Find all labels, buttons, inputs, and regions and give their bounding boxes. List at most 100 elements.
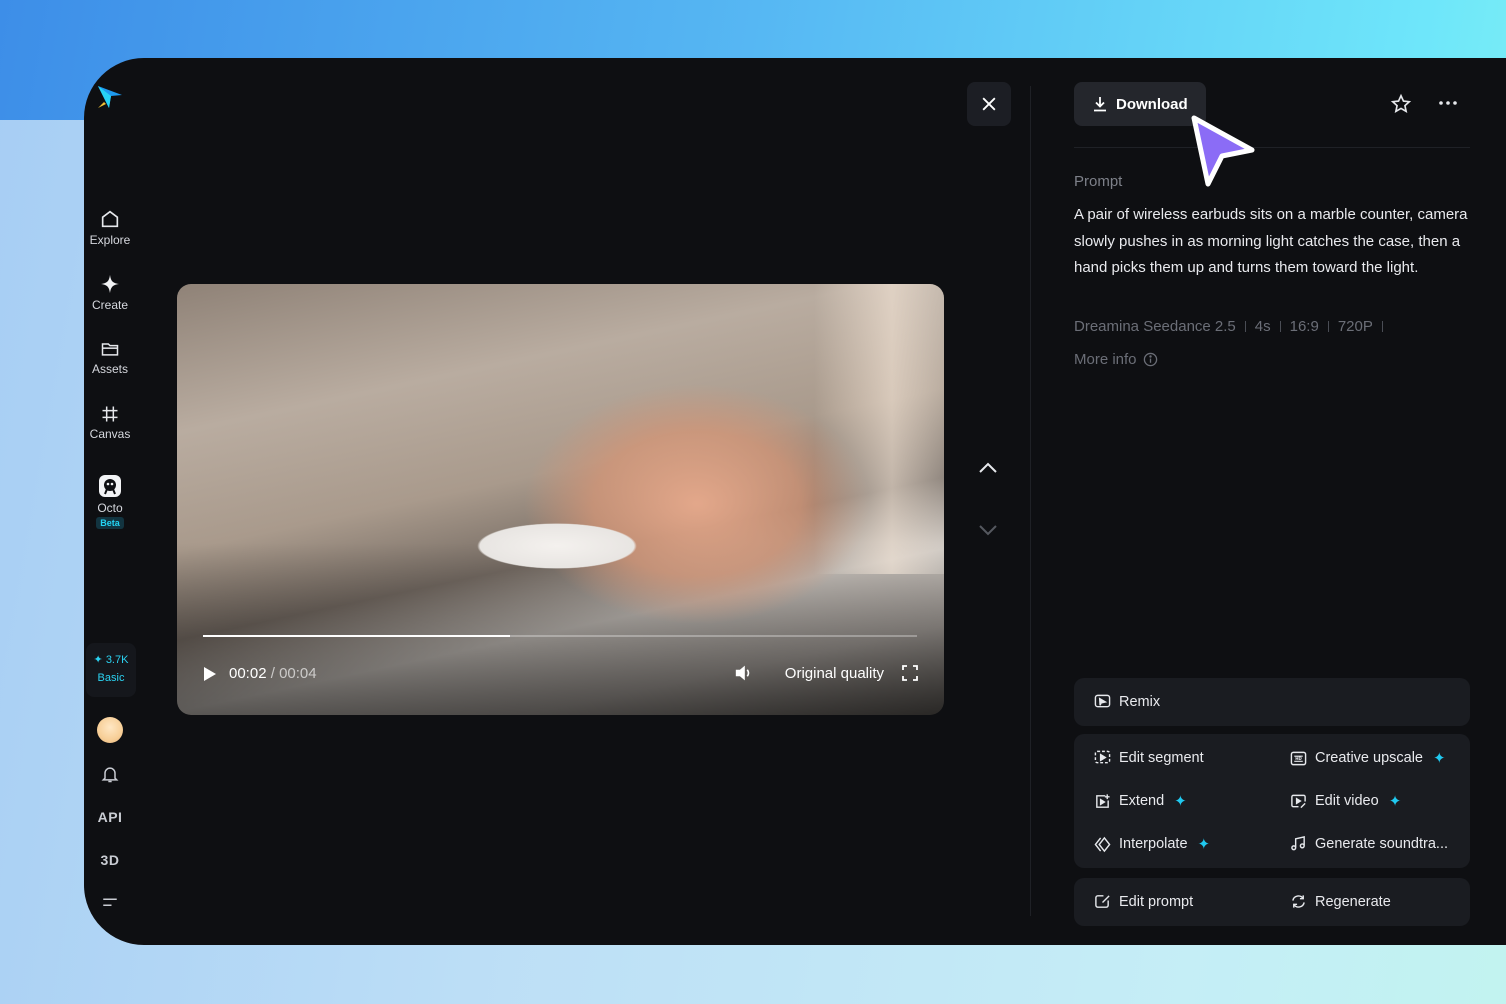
volume-icon — [735, 665, 750, 681]
frame-icon — [102, 406, 118, 422]
info-icon — [1143, 352, 1157, 367]
bell-icon — [101, 767, 119, 783]
menu-icon — [103, 898, 117, 906]
generate-soundtrack-label: Generate soundtra... — [1315, 835, 1448, 852]
divider — [1074, 147, 1470, 148]
generation-meta: Dreamina Seedance 2.5 4s 16:9 720P — [1074, 318, 1392, 335]
extend-icon — [1096, 793, 1110, 808]
edit-prompt-label: Edit prompt — [1119, 893, 1194, 910]
aspect-ratio: 16:9 — [1289, 318, 1319, 335]
menu-button[interactable] — [84, 894, 136, 917]
sidebar-item-canvas[interactable]: Canvas — [84, 404, 136, 441]
more-info-link[interactable]: More info — [1074, 351, 1158, 368]
edit-segment-icon — [1094, 750, 1111, 764]
time-separator: / — [266, 665, 280, 682]
sparkle-icon — [100, 274, 120, 294]
play-button[interactable] — [203, 666, 217, 687]
music-note-icon — [1291, 836, 1305, 851]
creative-upscale-label: Creative upscale — [1315, 750, 1423, 766]
edit-video-button[interactable]: Edit video ✦ — [1290, 792, 1401, 810]
interpolate-button[interactable]: Interpolate ✦ — [1094, 835, 1210, 853]
resolution: 720P — [1337, 318, 1373, 335]
notifications-button[interactable] — [84, 764, 136, 789]
video-player[interactable]: 00:02 / 00:04 Original quality — [177, 284, 944, 715]
fullscreen-button[interactable] — [902, 665, 918, 686]
extend-label: Extend — [1119, 793, 1165, 809]
download-icon — [1094, 97, 1106, 112]
edit-tools-box: Edit segment HD Creative upscale ✦ Exten… — [1074, 734, 1470, 868]
chevron-down-icon — [979, 525, 997, 536]
more-options-button[interactable] — [1438, 93, 1458, 118]
total-time: 00:04 — [279, 665, 317, 682]
generate-soundtrack-button[interactable]: Generate soundtra... — [1290, 835, 1448, 852]
extend-button[interactable]: Extend ✦ — [1094, 792, 1187, 810]
remix-box: Remix — [1074, 678, 1470, 726]
sidebar-item-octo[interactable]: Octo Beta — [84, 474, 136, 529]
sidebar-item-label: Create — [91, 298, 129, 312]
sidebar-item-label: Assets — [91, 362, 128, 376]
video-frame — [814, 284, 944, 574]
folder-icon — [101, 343, 119, 356]
progress-fill — [203, 635, 511, 637]
sidebar-item-explore[interactable]: Explore — [84, 208, 136, 247]
creative-upscale-button[interactable]: HD Creative upscale ✦ — [1290, 749, 1446, 767]
close-icon — [982, 97, 996, 111]
star-icon — [1390, 93, 1412, 113]
avatar[interactable] — [97, 717, 123, 743]
sparkle-icon: ✦ — [1433, 750, 1446, 767]
app-window: Explore Create Assets Canvas Octo Beta ✦… — [84, 58, 1506, 945]
sidebar: Explore Create Assets Canvas Octo Beta ✦… — [84, 58, 136, 945]
refresh-icon — [1292, 895, 1305, 908]
credits-widget[interactable]: ✦ 3.7K Basic — [86, 643, 136, 697]
sidebar-item-label: Octo — [97, 501, 123, 515]
model-name: Dreamina Seedance 2.5 — [1074, 318, 1236, 335]
details-panel: Download Prompt A pair of wireless earbu… — [1074, 58, 1470, 945]
prompt-text: A pair of wireless earbuds sits on a mar… — [1074, 206, 1468, 276]
3d-button[interactable]: 3D — [84, 852, 136, 868]
home-icon — [101, 210, 119, 228]
sidebar-item-assets[interactable]: Assets — [84, 339, 136, 376]
plan-tier: Basic — [97, 672, 125, 684]
interpolate-label: Interpolate — [1119, 836, 1188, 852]
remix-icon — [1094, 694, 1111, 708]
download-label: Download — [1116, 95, 1188, 113]
duration: 4s — [1254, 318, 1271, 335]
svg-text:HD: HD — [1295, 756, 1302, 761]
hd-icon: HD — [1290, 751, 1307, 765]
edit-icon — [1095, 895, 1110, 908]
sparkle-icon: ✦ — [93, 654, 103, 666]
regenerate-label: Regenerate — [1315, 893, 1391, 910]
pointer-cursor-icon — [1191, 115, 1255, 187]
sidebar-item-label: Explore — [89, 233, 131, 247]
prompt-label: Prompt — [1074, 173, 1123, 190]
remix-label: Remix — [1119, 693, 1161, 710]
quality-selector[interactable]: Original quality — [785, 665, 884, 682]
volume-button[interactable] — [734, 664, 754, 687]
more-info-label: More info — [1074, 351, 1137, 368]
favorite-button[interactable] — [1390, 93, 1412, 120]
sidebar-item-label: Canvas — [89, 427, 131, 441]
next-button[interactable] — [977, 522, 999, 543]
edit-video-label: Edit video — [1315, 793, 1379, 809]
close-button[interactable] — [967, 82, 1011, 126]
sparkle-icon: ✦ — [1197, 836, 1211, 853]
edit-prompt-button[interactable]: Edit prompt — [1094, 893, 1193, 910]
ellipsis-icon — [1439, 101, 1457, 105]
beta-badge: Beta — [96, 517, 124, 529]
edit-segment-label: Edit segment — [1119, 749, 1204, 766]
prompt-tools-box: Edit prompt Regenerate — [1074, 878, 1470, 926]
logo-icon[interactable] — [96, 82, 124, 110]
edit-video-icon — [1291, 794, 1306, 808]
sidebar-item-create[interactable]: Create — [84, 273, 136, 312]
edit-segment-button[interactable]: Edit segment — [1094, 749, 1204, 766]
previous-button[interactable] — [977, 460, 999, 481]
regenerate-button[interactable]: Regenerate — [1290, 893, 1391, 910]
progress-bar[interactable] — [203, 635, 917, 637]
player-controls: 00:02 / 00:04 Original quality — [203, 662, 918, 686]
mouse-cursor — [1186, 112, 1260, 193]
remix-button[interactable]: Remix — [1094, 693, 1160, 710]
interpolate-icon — [1094, 836, 1111, 852]
api-button[interactable]: API — [84, 809, 136, 825]
time-display: 00:02 / 00:04 — [229, 665, 317, 682]
chevron-up-icon — [979, 462, 997, 473]
